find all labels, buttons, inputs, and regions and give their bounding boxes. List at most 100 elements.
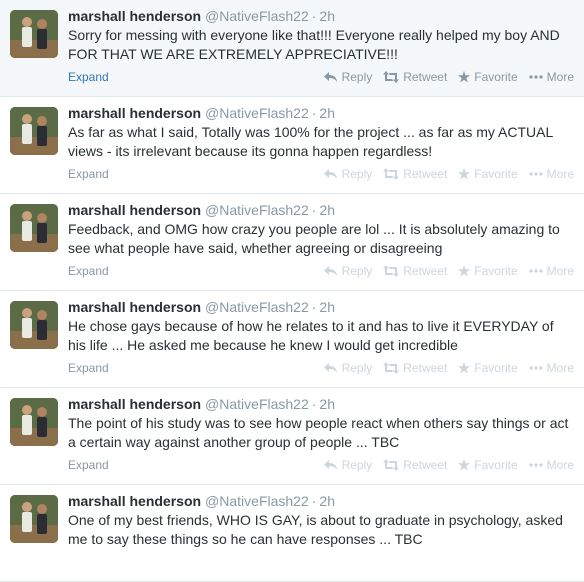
separator-dot: · xyxy=(311,105,317,121)
retweet-label: Retweet xyxy=(403,458,448,472)
username[interactable]: @NativeFlash22 xyxy=(205,105,309,121)
retweet-icon xyxy=(383,168,400,180)
expand-link[interactable]: Expand xyxy=(68,262,109,280)
tweet-text: Sorry for messing with everyone like tha… xyxy=(68,27,560,62)
reply-label: Reply xyxy=(341,361,373,375)
tweet-actions: Reply Retweet Favorite More xyxy=(323,359,574,377)
tweet[interactable]: marshall henderson @NativeFlash22 · 2h Feed… xyxy=(0,194,584,291)
tweet[interactable]: marshall henderson @NativeFlash22 · 2h He c… xyxy=(0,291,584,388)
timestamp[interactable]: 2h xyxy=(319,105,335,121)
timestamp[interactable]: 2h xyxy=(319,299,335,315)
username[interactable]: @NativeFlash22 xyxy=(205,202,309,218)
retweet-button[interactable]: Retweet xyxy=(383,165,447,183)
tweet-actions: Reply Retweet Favorite More xyxy=(323,262,574,280)
separator-dot: · xyxy=(311,299,317,315)
tweet[interactable]: marshall henderson @NativeFlash22 · 2h One … xyxy=(0,485,584,582)
favorite-button[interactable]: Favorite xyxy=(458,165,518,183)
retweet-label: Retweet xyxy=(403,264,448,278)
fullname[interactable]: marshall henderson xyxy=(68,396,201,412)
tweet-actions: Reply Retweet Favorite More xyxy=(323,165,574,183)
avatar[interactable] xyxy=(10,301,58,349)
timestamp[interactable]: 2h xyxy=(319,493,335,509)
reply-icon xyxy=(323,266,337,276)
username[interactable]: @NativeFlash22 xyxy=(205,396,309,412)
favorite-button[interactable]: Favorite xyxy=(458,359,518,377)
more-label: More xyxy=(546,167,574,181)
avatar[interactable] xyxy=(10,10,58,58)
reply-button[interactable]: Reply xyxy=(323,262,372,280)
more-label: More xyxy=(546,458,574,472)
tweet-text: Feedback, and OMG how crazy you people a… xyxy=(68,221,560,256)
retweet-label: Retweet xyxy=(403,167,448,181)
reply-button[interactable]: Reply xyxy=(323,359,373,377)
reply-icon xyxy=(323,363,337,373)
favorite-button[interactable]: Favorite xyxy=(458,456,518,474)
fullname[interactable]: marshall henderson xyxy=(68,8,201,24)
reply-icon xyxy=(323,72,337,82)
tweet-actions: Reply Retweet Favorite More xyxy=(323,456,574,474)
reply-button[interactable]: Reply xyxy=(323,165,373,183)
tweet[interactable]: marshall henderson @NativeFlash22 · 2h As f… xyxy=(0,97,584,194)
more-button[interactable]: More xyxy=(529,165,574,183)
more-button[interactable]: More xyxy=(529,359,574,377)
retweet-button[interactable]: Retweet xyxy=(383,359,447,377)
fullname[interactable]: marshall henderson xyxy=(68,202,201,218)
timestamp[interactable]: 2h xyxy=(319,202,335,218)
more-dots-icon xyxy=(529,269,543,273)
expand-link[interactable]: Expand xyxy=(68,359,109,377)
expand-link[interactable]: Expand xyxy=(68,165,109,183)
more-label: More xyxy=(546,70,574,84)
fullname[interactable]: marshall henderson xyxy=(68,105,201,121)
timestamp[interactable]: 2h xyxy=(319,396,335,412)
username[interactable]: @NativeFlash22 xyxy=(205,493,309,509)
avatar[interactable] xyxy=(10,495,58,543)
more-button[interactable]: More xyxy=(529,456,574,474)
separator-dot: · xyxy=(311,202,317,218)
avatar[interactable] xyxy=(10,398,58,446)
timestamp[interactable]: 2h xyxy=(319,8,335,24)
reply-label: Reply xyxy=(341,167,373,181)
tweet-footer: Expand Reply Retweet Favorite More xyxy=(68,262,574,280)
separator-dot: · xyxy=(311,493,317,509)
retweet-label: Retweet xyxy=(403,361,448,375)
tweet-header: marshall henderson @NativeFlash22 · 2h xyxy=(68,7,335,25)
reply-label: Reply xyxy=(341,458,373,472)
tweet-footer: Expand Reply Retweet Favorite More xyxy=(68,165,574,183)
favorite-label: Favorite xyxy=(474,167,518,181)
favorite-label: Favorite xyxy=(474,70,518,84)
retweet-icon xyxy=(383,459,400,471)
more-button[interactable]: More xyxy=(529,262,574,280)
username[interactable]: @NativeFlash22 xyxy=(205,8,309,24)
fullname[interactable]: marshall henderson xyxy=(68,493,201,509)
expand-link[interactable]: Expand xyxy=(68,68,109,86)
more-button[interactable]: More xyxy=(529,68,574,86)
tweet[interactable]: marshall henderson @NativeFlash22 · 2h The … xyxy=(0,388,584,485)
retweet-button[interactable]: Retweet xyxy=(383,262,447,280)
avatar[interactable] xyxy=(10,107,58,155)
star-icon xyxy=(458,71,471,83)
expand-link[interactable]: Expand xyxy=(68,456,109,474)
favorite-button[interactable]: Favorite xyxy=(458,262,518,280)
reply-button[interactable]: Reply xyxy=(323,456,373,474)
favorite-label: Favorite xyxy=(474,361,518,375)
avatar[interactable] xyxy=(10,204,58,252)
reply-icon xyxy=(323,169,337,179)
tweet[interactable]: marshall henderson @NativeFlash22 · 2h Sorr… xyxy=(0,0,584,97)
tweet-actions: Reply Retweet Favorite More xyxy=(323,68,574,86)
reply-button[interactable]: Reply xyxy=(323,68,372,86)
tweet-header: marshall henderson @NativeFlash22 · 2h xyxy=(68,201,335,219)
star-icon xyxy=(458,265,471,277)
more-dots-icon xyxy=(529,463,543,467)
retweet-button[interactable]: Retweet xyxy=(383,456,447,474)
retweet-icon xyxy=(383,71,400,83)
tweet-text: One of my best friends, WHO IS GAY, is a… xyxy=(68,512,563,547)
tweet-footer: Expand Reply Retweet Favorite More xyxy=(68,359,574,377)
favorite-button[interactable]: Favorite xyxy=(458,68,518,86)
fullname[interactable]: marshall henderson xyxy=(68,299,201,315)
username[interactable]: @NativeFlash22 xyxy=(205,299,309,315)
favorite-label: Favorite xyxy=(474,458,518,472)
tweet-footer: Expand Reply Retweet Favorite More xyxy=(68,68,574,86)
retweet-icon xyxy=(383,362,400,374)
tweet-footer: Expand Reply Retweet Favorite More xyxy=(68,456,574,474)
retweet-button[interactable]: Retweet xyxy=(383,68,447,86)
